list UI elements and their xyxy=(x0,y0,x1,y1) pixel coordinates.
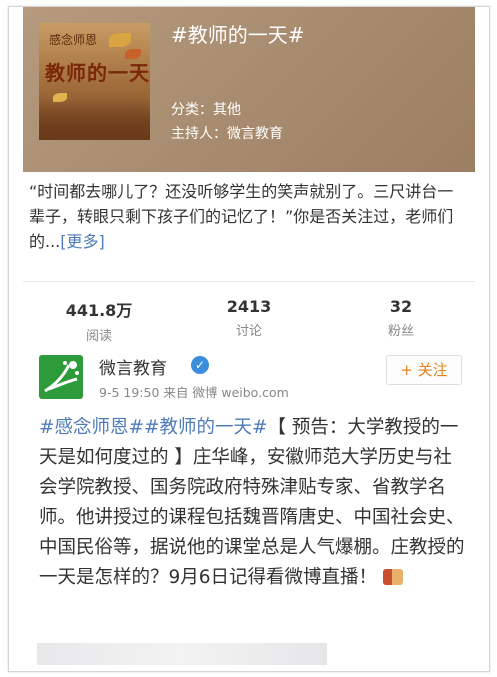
post-image-preview[interactable] xyxy=(37,643,327,665)
topic-category: 分类：其他 xyxy=(171,102,241,118)
post-body: #感念师恩##教师的一天#【 预告：大学教授的一天是如何度过的 】庄华峰，安徽师… xyxy=(39,413,469,593)
avatar-logo-icon xyxy=(44,361,79,393)
verified-badge-icon: ✓ xyxy=(191,356,209,374)
stat-value: 32 xyxy=(389,297,413,316)
stat-label: 讨论 xyxy=(235,324,262,339)
post-meta: 9-5 19:50 来自 微博 weibo.com xyxy=(99,382,289,401)
topic-host[interactable]: 主持人：微言教育 xyxy=(171,123,283,143)
stat-label: 粉丝 xyxy=(387,324,414,339)
stat-value: 2413 xyxy=(226,297,272,316)
more-link[interactable]: [更多] xyxy=(60,232,105,251)
cover-title: 教师的一天 xyxy=(45,61,150,85)
weibo-post: 微言教育 ✓ 9-5 19:50 来自 微博 weibo.com + 关注 #感… xyxy=(23,347,475,671)
family-emoji-icon xyxy=(382,569,403,585)
divider xyxy=(23,281,475,282)
post-time: 9-5 19:50 xyxy=(99,385,160,400)
avatar[interactable] xyxy=(39,355,83,399)
topic-header: 感念师恩 教师的一天 #教师的一天# 分类：其他 主持人：微言教育 xyxy=(23,7,475,172)
topic-cover-image[interactable]: 感念师恩 教师的一天 xyxy=(39,23,150,140)
post-text: 【 预告：大学教授的一天是如何度过的 】庄华峰，安徽师范大学历史与社会学院教授、… xyxy=(39,417,465,588)
topic-title: #教师的一天# xyxy=(171,23,305,47)
stat-value: 441.8万 xyxy=(65,301,133,320)
post-username[interactable]: 微言教育 xyxy=(99,354,167,379)
stat-label: 阅读 xyxy=(85,329,112,344)
cover-subtitle: 感念师恩 xyxy=(49,33,98,47)
post-source: 来自 微博 weibo.com xyxy=(163,385,289,400)
leaf-decoration xyxy=(109,33,131,47)
stat-fans: 32 粉丝 xyxy=(351,297,451,339)
cover-ground xyxy=(39,100,150,140)
screenshot-frame: 感念师恩 教师的一天 #教师的一天# 分类：其他 主持人：微言教育 “时间都去哪… xyxy=(8,6,490,672)
stat-reads: 441.8万 阅读 xyxy=(49,297,149,344)
follow-button[interactable]: + 关注 xyxy=(386,355,462,385)
topic-description: “时间都去哪儿了？还没听够学生的笑声就别了。三尺讲台一辈子，转眼只剩下孩子们的记… xyxy=(29,179,469,254)
stat-discussions: 2413 讨论 xyxy=(199,297,299,339)
post-topic-links[interactable]: #感念师恩##教师的一天# xyxy=(39,417,268,438)
